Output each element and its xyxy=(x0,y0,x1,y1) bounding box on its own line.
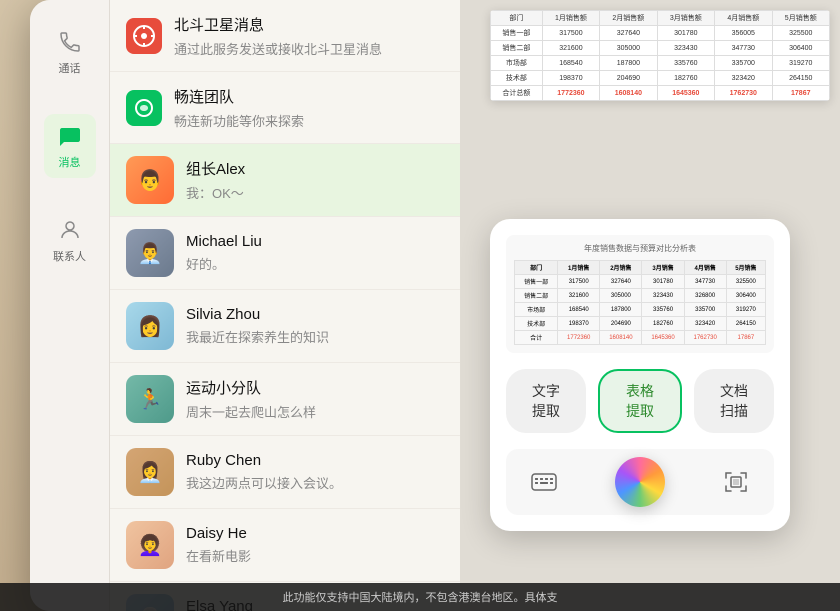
table-row: 合计总额 1772360 1608140 1645360 1762730 178… xyxy=(491,86,830,101)
sidebar-item-message[interactable]: 消息 xyxy=(44,114,96,178)
mini-table-row: 市场部 168540 187800 335760 335700 319270 xyxy=(515,303,766,317)
sidebar-item-call[interactable]: 通话 xyxy=(44,20,96,84)
avatar-ruby: 👩‍💼 xyxy=(126,448,174,496)
text-extract-button[interactable]: 文字提取 xyxy=(506,369,586,433)
sidebar-item-contacts[interactable]: 联系人 xyxy=(41,208,98,272)
avatar-daisy: 👩‍🦱 xyxy=(126,521,174,569)
mini-sheet-title: 年度销售数据与预算对比分析表 xyxy=(514,243,766,254)
call-icon xyxy=(56,28,84,56)
avatar-silvia: 👩 xyxy=(126,302,174,350)
sidebar: 通话 消息 联系人 xyxy=(30,0,110,611)
chat-name-michael: Michael Liu xyxy=(186,233,262,250)
sheet-table-bg: 部门 1月销售额 2月销售额 3月销售额 4月销售额 5月销售额 销售一部 31… xyxy=(490,10,830,101)
mini-table-row: 合计 1772360 1608140 1645360 1762730 17867 xyxy=(515,331,766,345)
siri-button[interactable] xyxy=(615,457,665,507)
mini-table-row: 销售二部 321600 305000 323430 326800 306400 xyxy=(515,289,766,303)
table-row: 技术部 198370 204690 182760 323420 264150 xyxy=(491,71,830,86)
col-header-1: 1月销售额 xyxy=(542,11,599,26)
avatar-changlan xyxy=(126,90,162,126)
sidebar-contacts-label: 联系人 xyxy=(53,248,86,264)
col-header-4: 4月销售额 xyxy=(715,11,772,26)
action-buttons: 文字提取 表格提取 文档扫描 xyxy=(506,369,774,433)
chat-name-sports: 运动小分队 xyxy=(186,377,261,398)
status-notification: 此功能仅支持中国大陆境内，不包含港澳台地区。具体支 xyxy=(0,583,840,611)
col-header-5: 5月销售额 xyxy=(772,11,830,26)
chat-name-ruby: Ruby Chen xyxy=(186,452,261,469)
chat-name-changlan: 畅连团队 xyxy=(174,86,234,107)
chat-name-group-alex: 组长Alex xyxy=(186,158,245,179)
mini-table: 部门 1月销售 2月销售 3月销售 4月销售 5月销售 销售一部 317500 … xyxy=(514,260,766,345)
scan-icon[interactable] xyxy=(718,464,754,500)
table-extract-button[interactable]: 表格提取 xyxy=(598,369,682,433)
avatar-sports: 🏃 xyxy=(126,375,174,423)
message-icon xyxy=(56,122,84,150)
sidebar-message-label: 消息 xyxy=(59,154,81,170)
col-header-2: 2月销售额 xyxy=(600,11,657,26)
table-row: 销售二部 321600 305000 323430 347730 306400 xyxy=(491,41,830,56)
card-toolbar xyxy=(506,449,774,515)
table-row: 市场部 168540 187800 335760 335700 319270 xyxy=(491,56,830,71)
avatar-group-alex: 👨 xyxy=(126,156,174,204)
chat-name-daisy: Daisy He xyxy=(186,525,247,542)
col-header-3: 3月销售额 xyxy=(657,11,714,26)
avatar-michael: 👨‍💼 xyxy=(126,229,174,277)
mini-table-row: 销售一部 317500 327640 301780 347730 325500 xyxy=(515,275,766,289)
col-header-dept: 部门 xyxy=(491,11,543,26)
status-text: 此功能仅支持中国大陆境内，不包含港澳台地区。具体支 xyxy=(283,592,558,604)
chat-name-silvia: Silvia Zhou xyxy=(186,306,260,323)
keyboard-icon[interactable] xyxy=(526,464,562,500)
avatar-beidou xyxy=(126,18,162,54)
doc-scan-button[interactable]: 文档扫描 xyxy=(694,369,774,433)
contacts-icon xyxy=(56,216,84,244)
mini-table-row: 技术部 198370 204690 182760 323420 264150 xyxy=(515,317,766,331)
sidebar-call-label: 通话 xyxy=(59,60,81,76)
chat-name-beidou: 北斗卫星消息 xyxy=(174,14,264,35)
mini-sheet: 年度销售数据与预算对比分析表 部门 1月销售 2月销售 3月销售 4月销售 5月… xyxy=(506,235,774,353)
sheet-display-bg: 部门 1月销售额 2月销售额 3月销售额 4月销售额 5月销售额 销售一部 31… xyxy=(490,10,830,101)
table-row: 销售一部 317500 327640 301780 356005 325500 xyxy=(491,26,830,41)
floating-card: 年度销售数据与预算对比分析表 部门 1月销售 2月销售 3月销售 4月销售 5月… xyxy=(490,219,790,531)
